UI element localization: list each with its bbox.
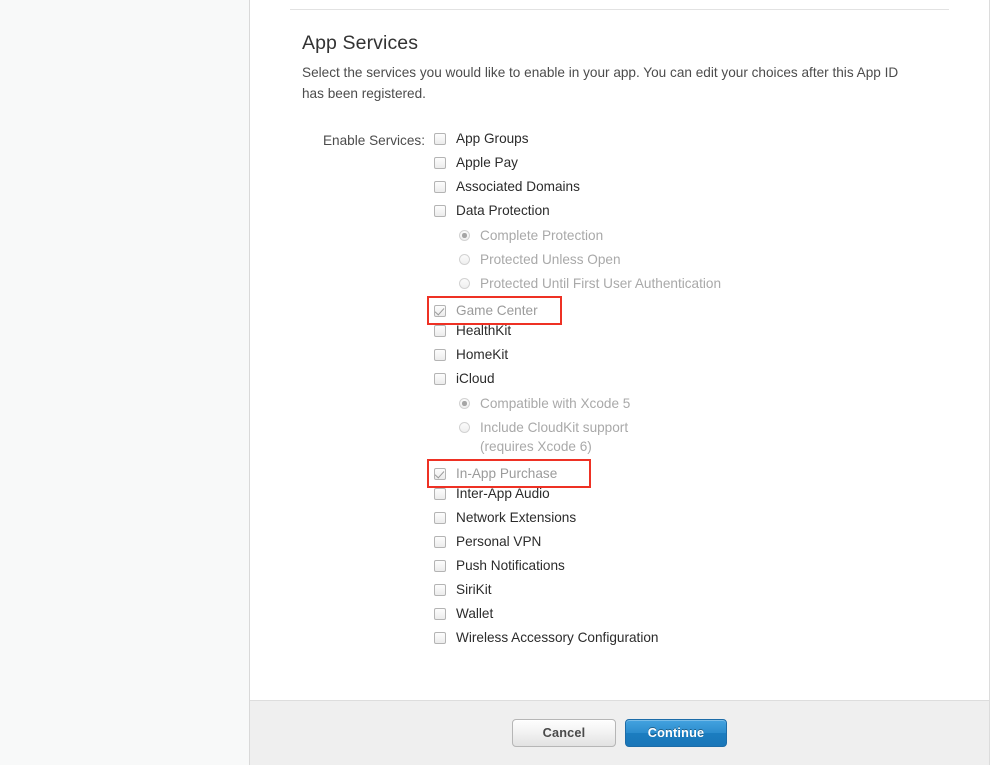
service-label-icloud: iCloud bbox=[456, 371, 495, 386]
service-label-inter-app-audio: Inter-App Audio bbox=[456, 486, 550, 501]
radio-row-complete-protection[interactable]: Complete Protection bbox=[434, 226, 949, 250]
enable-services-label: Enable Services: bbox=[322, 133, 425, 148]
checkbox-icon-app-groups[interactable] bbox=[434, 133, 446, 145]
service-label-network-extensions: Network Extensions bbox=[456, 510, 577, 525]
service-row-homekit[interactable]: HomeKit bbox=[434, 346, 949, 370]
service-row-personal-vpn[interactable]: Personal VPN bbox=[434, 533, 949, 557]
checkbox-icon-sirikit[interactable] bbox=[434, 584, 446, 596]
checkbox-icon-wireless-accessory-configuration[interactable] bbox=[434, 632, 446, 644]
service-row-wireless-accessory-configuration[interactable]: Wireless Accessory Configuration bbox=[434, 629, 949, 653]
checkbox-icon-inter-app-audio[interactable] bbox=[434, 488, 446, 500]
radio-label-protected-unless-open: Protected Unless Open bbox=[480, 252, 621, 267]
radio-icon-protected-until-first-user-authentication[interactable] bbox=[459, 278, 470, 289]
checkbox-icon-personal-vpn[interactable] bbox=[434, 536, 446, 548]
checkbox-icon-network-extensions[interactable] bbox=[434, 512, 446, 524]
service-row-data-protection[interactable]: Data Protection bbox=[434, 202, 949, 226]
radio-row-protected-unless-open[interactable]: Protected Unless Open bbox=[434, 250, 949, 274]
service-row-network-extensions[interactable]: Network Extensions bbox=[434, 509, 949, 533]
checkbox-icon-in-app-purchase[interactable] bbox=[434, 467, 446, 480]
radio-icon-include-cloudkit-support[interactable] bbox=[459, 422, 470, 433]
service-label-wireless-accessory-configuration: Wireless Accessory Configuration bbox=[456, 630, 659, 645]
radio-row-compatible-with-xcode-5[interactable]: Compatible with Xcode 5 bbox=[434, 394, 949, 418]
service-row-associated-domains[interactable]: Associated Domains bbox=[434, 178, 949, 202]
service-row-game-center[interactable]: Game Center bbox=[427, 296, 562, 325]
service-label-in-app-purchase: In-App Purchase bbox=[456, 465, 558, 481]
service-row-in-app-purchase[interactable]: In-App Purchase bbox=[427, 459, 591, 488]
content-inner: App Services Select the services you wou… bbox=[250, 10, 989, 653]
cancel-button[interactable]: Cancel bbox=[512, 719, 616, 747]
service-row-healthkit[interactable]: HealthKit bbox=[434, 322, 949, 346]
radio-label-compatible-with-xcode-5: Compatible with Xcode 5 bbox=[480, 396, 631, 411]
service-label-healthkit: HealthKit bbox=[456, 323, 512, 338]
service-label-game-center: Game Center bbox=[456, 302, 538, 318]
service-checkbox-list: App Groups Apple Pay Associated Domains bbox=[427, 130, 949, 653]
checkbox-icon-icloud[interactable] bbox=[434, 373, 446, 385]
service-row-sirikit[interactable]: SiriKit bbox=[434, 581, 949, 605]
service-label-associated-domains: Associated Domains bbox=[456, 179, 580, 194]
service-label-wallet: Wallet bbox=[456, 606, 494, 621]
radio-label-include-cloudkit-support: Include CloudKit support (requires Xcode… bbox=[480, 420, 629, 454]
service-label-sirikit: SiriKit bbox=[456, 582, 492, 597]
radio-label-protected-until-first-user-authentication: Protected Until First User Authenticatio… bbox=[480, 276, 722, 291]
service-row-push-notifications[interactable]: Push Notifications bbox=[434, 557, 949, 581]
checkbox-icon-game-center[interactable] bbox=[434, 304, 446, 317]
checkbox-icon-push-notifications[interactable] bbox=[434, 560, 446, 572]
page-title: App Services bbox=[302, 32, 419, 54]
service-row-icloud[interactable]: iCloud bbox=[434, 370, 949, 394]
radio-icon-complete-protection[interactable] bbox=[459, 230, 470, 241]
checkbox-icon-wallet[interactable] bbox=[434, 608, 446, 620]
service-row-apple-pay[interactable]: Apple Pay bbox=[434, 154, 949, 178]
checkbox-icon-apple-pay[interactable] bbox=[434, 157, 446, 169]
content-area: App Services Select the services you wou… bbox=[250, 0, 989, 700]
checkbox-icon-homekit[interactable] bbox=[434, 349, 446, 361]
page-description: Select the services you would like to en… bbox=[302, 65, 899, 101]
service-label-homekit: HomeKit bbox=[456, 347, 509, 362]
radio-row-protected-until-first-user-authentication[interactable]: Protected Until First User Authenticatio… bbox=[434, 274, 949, 298]
service-row-inter-app-audio[interactable]: Inter-App Audio bbox=[434, 485, 949, 509]
continue-button[interactable]: Continue bbox=[625, 719, 727, 747]
service-row-wallet[interactable]: Wallet bbox=[434, 605, 949, 629]
main-column: App Services Select the services you wou… bbox=[250, 0, 990, 765]
footer-action-bar: Cancel Continue bbox=[250, 700, 989, 765]
service-label-apple-pay: Apple Pay bbox=[456, 155, 518, 170]
service-label-data-protection: Data Protection bbox=[456, 203, 550, 218]
radio-icon-protected-unless-open[interactable] bbox=[459, 254, 470, 265]
app-services-page: App Services Select the services you wou… bbox=[0, 0, 990, 765]
enable-services-form: Enable Services: App Groups Apple Pay As… bbox=[302, 130, 949, 653]
radio-row-include-cloudkit-support[interactable]: Include CloudKit support (requires Xcode… bbox=[434, 418, 949, 461]
radio-icon-compatible-with-xcode-5[interactable] bbox=[459, 398, 470, 409]
service-label-personal-vpn: Personal VPN bbox=[456, 534, 542, 549]
service-row-app-groups[interactable]: App Groups bbox=[434, 130, 949, 154]
checkbox-icon-data-protection[interactable] bbox=[434, 205, 446, 217]
checkbox-icon-associated-domains[interactable] bbox=[434, 181, 446, 193]
left-sidebar bbox=[0, 0, 250, 765]
radio-label-complete-protection: Complete Protection bbox=[480, 228, 604, 243]
checkbox-icon-healthkit[interactable] bbox=[434, 325, 446, 337]
service-label-push-notifications: Push Notifications bbox=[456, 558, 565, 573]
service-label-app-groups: App Groups bbox=[456, 131, 529, 146]
